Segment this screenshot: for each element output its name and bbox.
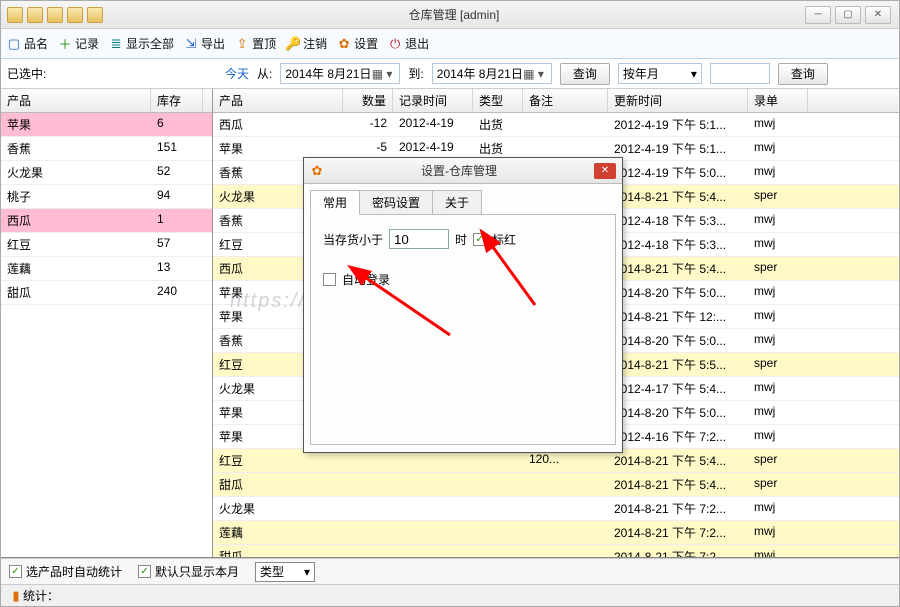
stock-row[interactable]: 甜瓜240 xyxy=(1,281,212,305)
auto-login-label: 自动登录 xyxy=(342,271,390,288)
stock-row[interactable]: 西瓜1 xyxy=(1,209,212,233)
record-row[interactable]: 火龙果2014-8-21 下午 7:2...mwj xyxy=(213,497,899,521)
today-link[interactable]: 今天 xyxy=(225,65,249,82)
selected-label: 已选中: xyxy=(7,65,217,82)
range-select[interactable]: 按年月▾ xyxy=(618,63,702,84)
date-from[interactable]: 2014年 8月21日▦▾ xyxy=(280,63,400,84)
dialog-tabs: 常用 密码设置 关于 xyxy=(304,184,622,215)
pname-icon: ▢ xyxy=(7,37,21,51)
exit-icon: ⏻ xyxy=(388,37,402,51)
record-row[interactable]: 甜瓜2014-8-21 下午 7:2...mwj xyxy=(213,545,899,557)
chevron-down-icon: ▾ xyxy=(383,67,395,81)
stock-row[interactable]: 红豆57 xyxy=(1,233,212,257)
to-label: 到: xyxy=(408,65,423,82)
stats-icon: ▮ xyxy=(9,589,23,603)
gear-icon: ✿ xyxy=(310,164,324,178)
auto-stat-checkbox[interactable]: ✓选产品时自动统计 xyxy=(9,563,122,580)
only-month-checkbox[interactable]: ✓默认只显示本月 xyxy=(138,563,239,580)
chevron-down-icon: ▾ xyxy=(304,565,310,579)
mark-red-checkbox[interactable]: ✓ xyxy=(473,233,486,246)
window-title: 仓库管理 [admin] xyxy=(103,6,805,23)
chevron-down-icon: ▾ xyxy=(535,67,547,81)
mark-red-label: 标红 xyxy=(492,231,516,248)
tab-password[interactable]: 密码设置 xyxy=(359,190,433,215)
type-select[interactable]: 类型▾ xyxy=(255,562,315,582)
threshold-input[interactable] xyxy=(389,229,449,249)
tb-export[interactable]: ⇲导出 xyxy=(184,35,225,52)
tb-pname[interactable]: ▢品名 xyxy=(7,35,48,52)
dialog-title: 设置-仓库管理 xyxy=(324,162,594,179)
main-toolbar: ▢品名 ＋记录 ≣显示全部 ⇲导出 ⇪置顶 🔑注销 ✿设置 ⏻退出 xyxy=(1,29,899,59)
stock-row[interactable]: 火龙果52 xyxy=(1,161,212,185)
dialog-close-button[interactable]: ✕ xyxy=(594,163,616,179)
maximize-button[interactable]: ▢ xyxy=(835,6,861,24)
search-input[interactable] xyxy=(710,63,770,84)
stock-header: 产品 库存 xyxy=(1,89,212,113)
chevron-down-icon: ▾ xyxy=(691,67,697,81)
stock-row[interactable]: 桃子94 xyxy=(1,185,212,209)
tb-settings[interactable]: ✿设置 xyxy=(337,35,378,52)
status-bar: ▮ 统计： xyxy=(1,584,899,606)
auto-login-checkbox[interactable] xyxy=(323,273,336,286)
record-icon: ＋ xyxy=(58,37,72,51)
stock-row[interactable]: 苹果6 xyxy=(1,113,212,137)
settings-icon: ✿ xyxy=(337,37,351,51)
tb-logout[interactable]: 🔑注销 xyxy=(286,35,327,52)
tab-about[interactable]: 关于 xyxy=(432,190,482,215)
showall-icon: ≣ xyxy=(109,37,123,51)
threshold-post-label: 时 xyxy=(455,231,467,248)
tb-record[interactable]: ＋记录 xyxy=(58,35,99,52)
export-icon: ⇲ xyxy=(184,37,198,51)
col-product: 产品 xyxy=(1,89,151,112)
record-row[interactable]: 西瓜-122012-4-19出货2012-4-19 下午 5:1...mwj xyxy=(213,113,899,137)
close-button[interactable]: ✕ xyxy=(865,6,891,24)
footer-bar: ✓选产品时自动统计 ✓默认只显示本月 类型▾ xyxy=(1,558,899,584)
tb-top[interactable]: ⇪置顶 xyxy=(235,35,276,52)
query-button[interactable]: 查询 xyxy=(560,63,610,85)
from-label: 从: xyxy=(257,65,272,82)
tab-common[interactable]: 常用 xyxy=(310,190,360,215)
settings-dialog: ✿ 设置-仓库管理 ✕ 常用 密码设置 关于 当存货小于 时 ✓ 标红 自动登录 xyxy=(303,157,623,453)
dialog-body: 当存货小于 时 ✓ 标红 自动登录 xyxy=(310,214,616,445)
threshold-pre-label: 当存货小于 xyxy=(323,231,383,248)
top-icon: ⇪ xyxy=(235,37,249,51)
record-row[interactable]: 甜瓜2014-8-21 下午 5:4...sper xyxy=(213,473,899,497)
title-left-icons xyxy=(1,7,103,23)
stock-table: 产品 库存 苹果6香蕉151火龙果52桃子94西瓜1红豆57莲藕13甜瓜240 xyxy=(1,89,213,557)
filter-bar: 已选中: 今天 从: 2014年 8月21日▦▾ 到: 2014年 8月21日▦… xyxy=(1,59,899,89)
record-row[interactable]: 莲藕2014-8-21 下午 7:2...mwj xyxy=(213,521,899,545)
record-header: 产品 数量 记录时间 类型 备注 更新时间 录单 xyxy=(213,89,899,113)
tb-showall[interactable]: ≣显示全部 xyxy=(109,35,174,52)
logout-icon: 🔑 xyxy=(286,37,300,51)
calendar-icon: ▦ xyxy=(523,67,535,81)
title-bar: 仓库管理 [admin] ─ ▢ ✕ xyxy=(1,1,899,29)
stock-row[interactable]: 莲藕13 xyxy=(1,257,212,281)
col-stock: 库存 xyxy=(151,89,203,112)
tb-exit[interactable]: ⏻退出 xyxy=(388,35,429,52)
date-to[interactable]: 2014年 8月21日▦▾ xyxy=(432,63,552,84)
minimize-button[interactable]: ─ xyxy=(805,6,831,24)
stock-row[interactable]: 香蕉151 xyxy=(1,137,212,161)
search-button[interactable]: 查询 xyxy=(778,63,828,85)
calendar-icon: ▦ xyxy=(371,67,383,81)
